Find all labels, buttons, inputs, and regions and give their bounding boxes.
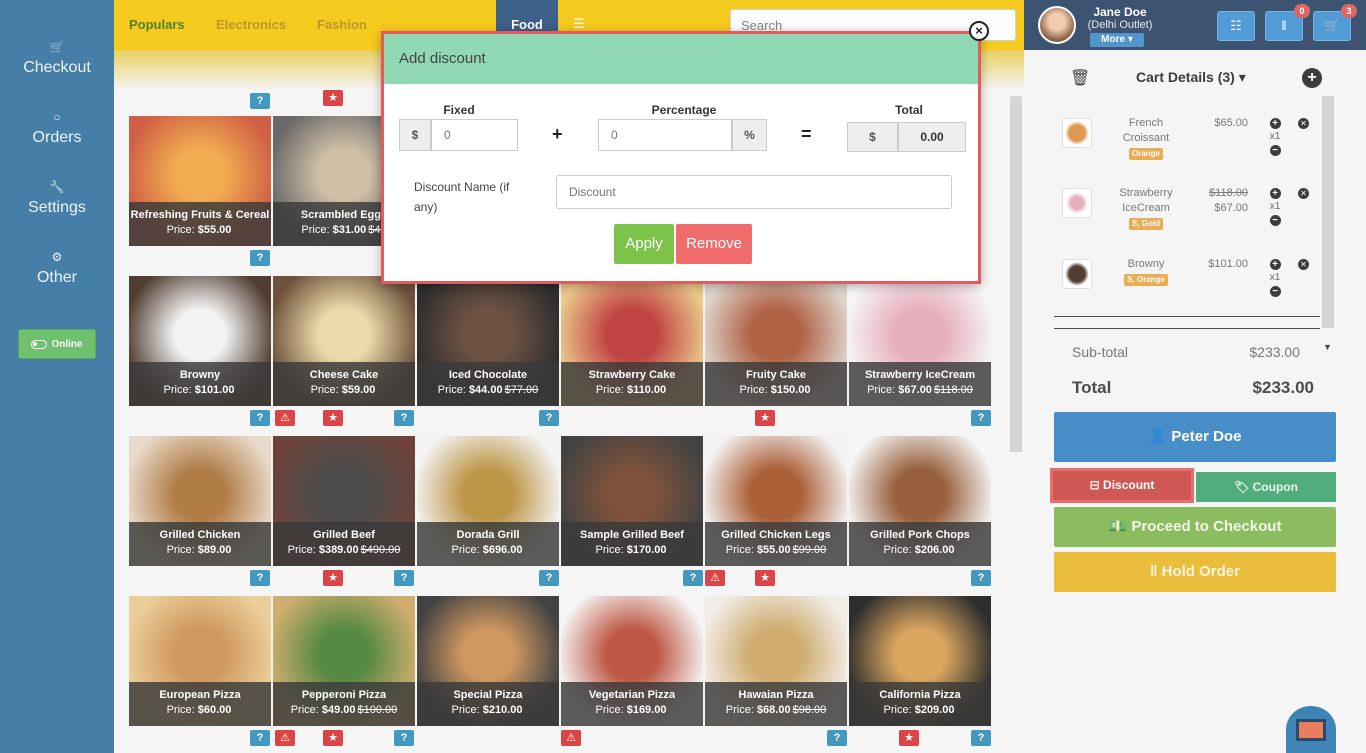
discount-name-input[interactable]: [556, 175, 952, 209]
equals-sign: =: [801, 124, 812, 144]
percentage-label: Percentage: [651, 103, 717, 117]
discount-name-label: Discount Name (if any): [414, 180, 510, 214]
currency-addon: $: [847, 122, 898, 152]
plus-sign: +: [552, 124, 563, 144]
percentage-discount-input[interactable]: [598, 119, 732, 151]
apply-button[interactable]: Apply: [614, 224, 674, 264]
fixed-discount-input[interactable]: [431, 119, 518, 151]
total-value: 0.00: [898, 122, 966, 152]
modal-title: Add discount: [384, 34, 978, 84]
remove-button[interactable]: Remove: [676, 224, 752, 264]
add-discount-modal: Add discount Fixed Percentage Total $ + …: [381, 31, 981, 284]
percent-addon: %: [732, 119, 767, 151]
total-label: Total: [895, 103, 923, 117]
close-icon[interactable]: ×: [969, 21, 989, 41]
fixed-label: Fixed: [443, 103, 475, 117]
currency-addon: $: [399, 119, 431, 151]
